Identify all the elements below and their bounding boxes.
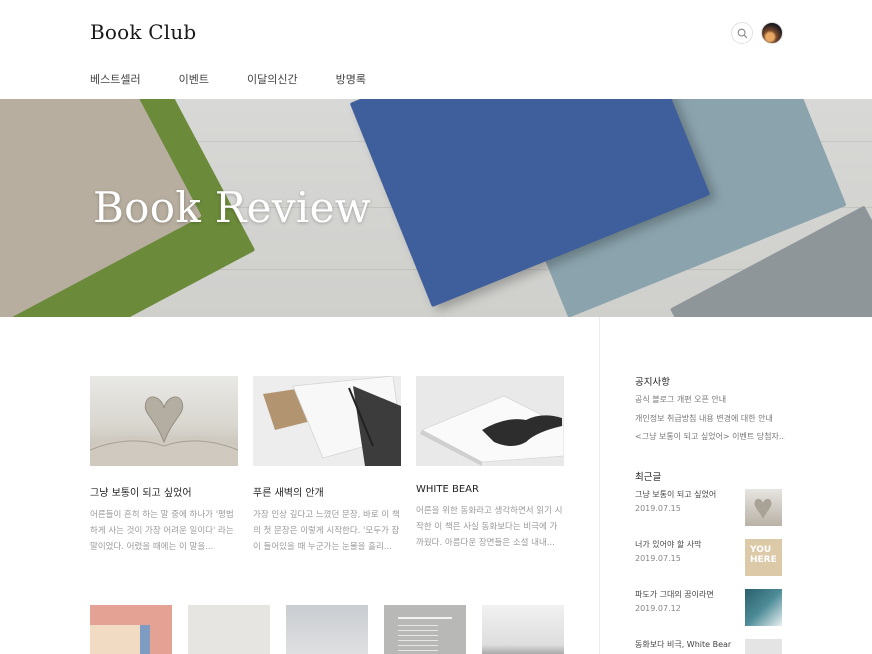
post-thumbnail[interactable] [90,376,238,466]
post-thumbnail-small[interactable] [90,605,172,654]
brand-logo[interactable]: Book Club [90,20,196,44]
post-thumbnail[interactable] [253,376,401,466]
notebook-pen-image [263,376,401,466]
recent-post-date: 2019.07.15 [635,504,681,513]
recent-post-thumbnail[interactable]: YOU HERE [745,539,782,576]
notice-heading: 공지사항 [635,377,670,388]
recent-post-title[interactable]: 파도가 그대의 꿈이라면 [635,589,714,600]
recent-heading: 최근글 [635,472,662,483]
thumbnail-shape [90,625,140,654]
hero-title: Book Review [93,183,371,232]
open-book-heart-image [90,396,238,466]
site-header: Book Club 베스트셀러 이벤트 이달의신간 방명록 [0,0,872,99]
nav-item-guestbook[interactable]: 방명록 [336,71,366,87]
notice-link[interactable]: <그냥 보통이 되고 싶었어> 이벤트 당첨자... [635,431,785,442]
recent-post-thumbnail[interactable] [745,639,782,654]
notice-link[interactable]: 개인정보 취급방침 내용 변경에 대한 안내 [635,413,785,424]
search-icon [737,28,748,39]
nav-item-new-books[interactable]: 이달의신간 [247,71,298,87]
notice-link[interactable]: 공식 블로그 개편 오픈 안내 [635,394,785,405]
recent-post-title[interactable]: 그냥 보통이 되고 싶었어 [635,489,716,500]
post-excerpt: 어른들이 흔히 하는 말 중에 하나가 '평범하게 사는 것이 가장 어려운 일… [90,510,234,552]
post-card[interactable]: 푸른 새벽의 안개 가장 인상 깊다고 느꼈던 문장, 바로 이 책의 첫 문장… [253,376,401,555]
nav-item-bestseller[interactable]: 베스트셀러 [90,71,141,87]
recent-post-date: 2019.07.12 [635,604,681,613]
post-excerpt: 가장 인상 깊다고 느꼈던 문장, 바로 이 책의 첫 문장은 이렇게 시작한다… [253,510,400,552]
post-title[interactable]: WHITE BEAR [416,484,564,495]
recent-post-thumbnail[interactable] [745,589,782,626]
post-title[interactable]: 푸른 새벽의 안개 [253,484,401,499]
recent-post-thumbnail[interactable] [745,489,782,526]
nav-item-event[interactable]: 이벤트 [179,71,209,87]
post-thumbnail[interactable] [416,376,564,466]
avatar[interactable] [761,22,783,44]
recent-post-date: 2019.07.15 [635,554,681,563]
post-thumbnail-small[interactable] [188,605,270,654]
post-thumbnail-small[interactable] [286,605,368,654]
post-title[interactable]: 그냥 보통이 되고 싶었어 [90,484,238,499]
main-content: 그냥 보통이 되고 싶었어 어른들이 흔히 하는 말 중에 하나가 '평범하게 … [0,317,599,654]
main-nav: 베스트셀러 이벤트 이달의신간 방명록 [90,71,404,87]
recent-post-title[interactable]: 동화보다 비극, White Bear [635,639,731,650]
post-card[interactable]: WHITE BEAR 어른을 위한 동화라고 생각하면서 읽기 시작한 이 책은… [416,376,564,551]
white-bear-book-image [420,395,564,466]
search-button[interactable] [731,22,753,44]
post-thumbnail-small[interactable] [384,605,466,654]
post-thumbnail-small[interactable] [482,605,564,654]
thumbnail-text-block [398,625,438,654]
hero-banner: Book Review [0,99,872,317]
recent-post-title[interactable]: 너가 있어야 할 사막 [635,539,702,550]
open-book-heart-image [754,498,772,519]
thumbnail-text-line [398,617,452,619]
sidebar-divider [599,317,600,654]
post-card[interactable]: 그냥 보통이 되고 싶었어 어른들이 흔히 하는 말 중에 하나가 '평범하게 … [90,376,238,555]
post-excerpt: 어른을 위한 동화라고 생각하면서 읽기 시작한 이 책은 사실 동화보다는 비… [416,506,563,548]
